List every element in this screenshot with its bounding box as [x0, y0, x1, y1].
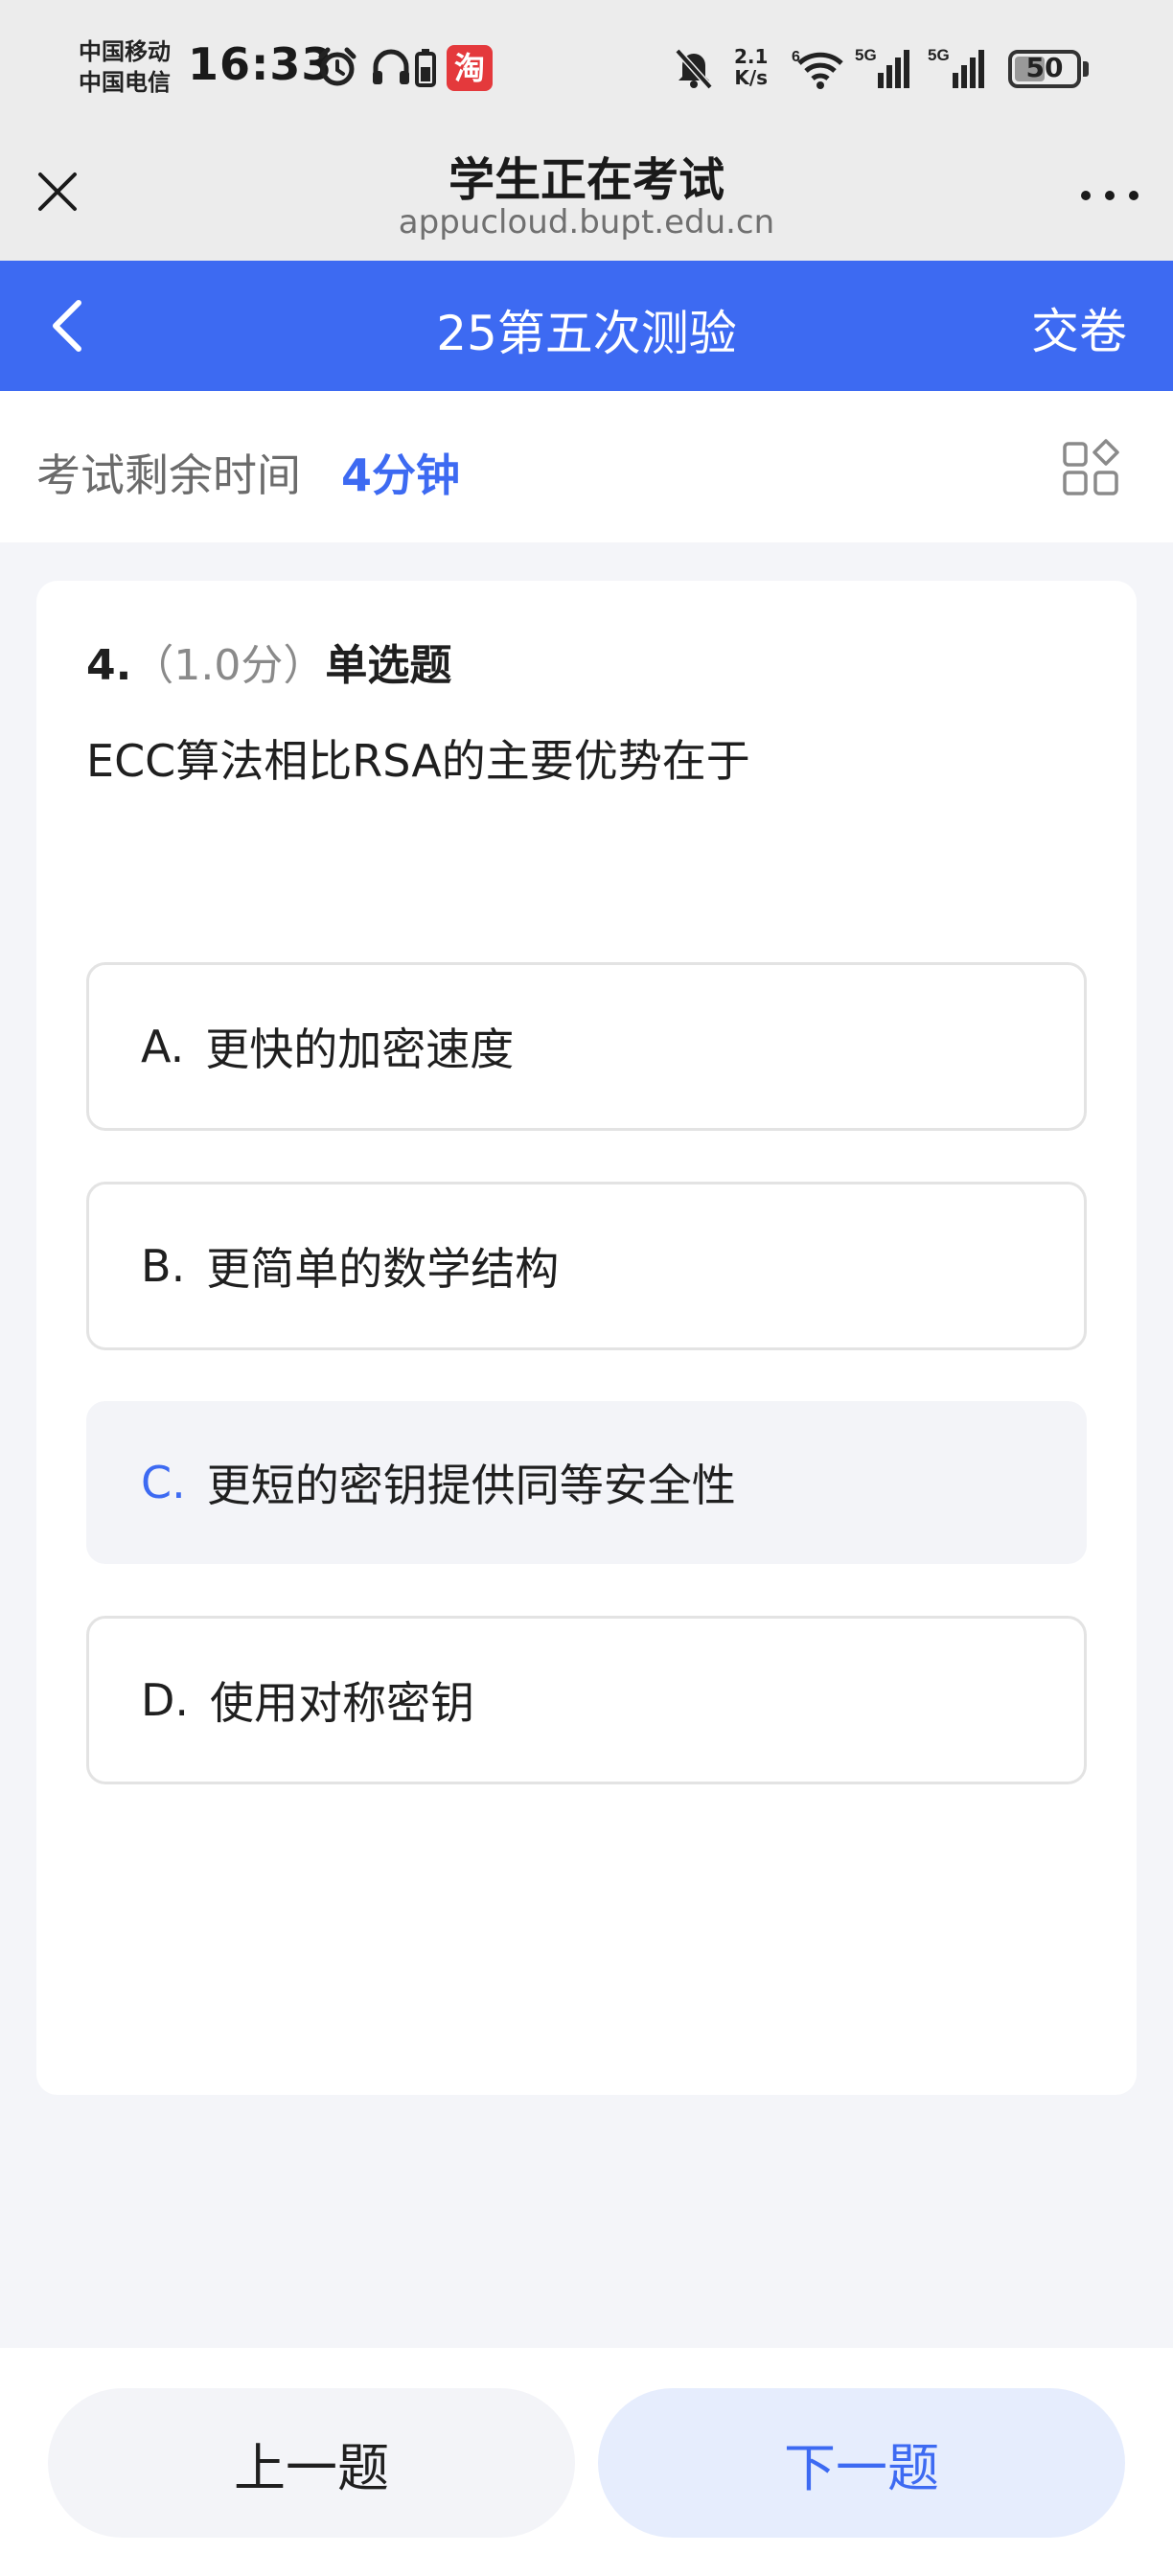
option-c[interactable]: C. 更短的密钥提供同等安全性 — [86, 1401, 1087, 1564]
option-d[interactable]: D. 使用对称密钥 — [86, 1616, 1087, 1784]
answer-sheet-grid-icon — [1063, 439, 1119, 495]
option-text: 更快的加密速度 — [205, 1024, 515, 1075]
more-icon — [1081, 191, 1091, 200]
carrier-labels: 中国移动 中国电信 — [79, 36, 171, 98]
option-letter: C. — [141, 1457, 186, 1508]
option-b[interactable]: B. 更简单的数学结构 — [86, 1182, 1087, 1350]
headphones-icon — [373, 49, 409, 84]
option-text: 使用对称密钥 — [210, 1677, 475, 1729]
question-text: ECC算法相比RSA的主要优势在于 — [86, 735, 750, 787]
battery-icon: 50 — [1008, 50, 1081, 88]
option-text: 更短的密钥提供同等安全性 — [206, 1460, 736, 1511]
option-letter-char: B — [141, 1240, 172, 1292]
option-letter-sep: . — [171, 1240, 186, 1292]
network-speed: 2.1 K/s — [734, 46, 768, 88]
signal-1-label: 5G — [855, 46, 877, 64]
status-time: 16:33 — [188, 38, 334, 90]
option-letter-char: D — [141, 1674, 175, 1726]
bottom-bar: 上一题 下一题 — [0, 2348, 1173, 2576]
more-icon-dot — [1129, 191, 1138, 200]
battery-tip — [1083, 61, 1089, 77]
more-button[interactable] — [1073, 169, 1146, 222]
exam-nav-bar: 25第五次测验 交卷 — [0, 261, 1173, 391]
carrier-1: 中国移动 — [79, 38, 171, 65]
option-letter-sep: . — [172, 1457, 186, 1508]
page-url: appucloud.bupt.edu.cn — [398, 203, 775, 242]
timer-bar: 考试剩余时间 4分钟 — [0, 391, 1173, 542]
time-remaining-value: 4分钟 — [341, 449, 461, 501]
status-bar: 中国移动 中国电信 16:33 淘 2.1 K/s 6 5G 5G 50 — [0, 0, 1173, 134]
time-remaining-label: 考试剩余时间 — [36, 449, 301, 501]
signal-icon: 5G — [928, 46, 984, 88]
mute-bell-icon — [675, 48, 713, 90]
option-letter: A. — [141, 1021, 184, 1072]
carrier-2: 中国电信 — [79, 69, 171, 96]
question-type: 单选题 — [325, 641, 452, 690]
option-letter: D. — [141, 1674, 189, 1726]
option-letter-sep: . — [170, 1021, 185, 1072]
browser-title-bar: 学生正在考试 appucloud.bupt.edu.cn — [0, 134, 1173, 261]
network-speed-value: 2.1 — [734, 45, 769, 68]
alarm-icon — [318, 47, 356, 86]
signal-2-label: 5G — [928, 46, 950, 64]
submit-exam-button[interactable]: 交卷 — [1031, 293, 1127, 362]
signal-icon: 5G — [855, 46, 909, 88]
option-a[interactable]: A. 更快的加密速度 — [86, 962, 1087, 1131]
option-letter-char: C — [141, 1457, 172, 1508]
exam-title: 25第五次测验 — [436, 306, 737, 361]
battery-small-icon — [415, 49, 436, 87]
option-letter: B. — [141, 1240, 185, 1292]
question-number: 4. — [86, 641, 132, 690]
wifi-icon: 6 — [792, 49, 843, 89]
next-question-button[interactable]: 下一题 — [598, 2388, 1125, 2538]
page-title: 学生正在考试 — [448, 153, 724, 207]
previous-question-button[interactable]: 上一题 — [48, 2388, 575, 2538]
taobao-icon: 淘 — [447, 45, 493, 91]
option-letter-sep: . — [174, 1674, 190, 1726]
question-header: 4.（1.0分）单选题 — [86, 631, 451, 692]
network-speed-unit: K/s — [734, 66, 769, 89]
battery-level: 50 — [1025, 52, 1064, 83]
answer-sheet-button[interactable] — [1062, 439, 1119, 496]
more-icon-dot — [1105, 191, 1115, 200]
option-text: 更简单的数学结构 — [206, 1243, 560, 1295]
question-score: （1.0分） — [131, 641, 326, 690]
option-letter-char: A — [141, 1021, 171, 1072]
question-card: 4.（1.0分）单选题 ECC算法相比RSA的主要优势在于 A. 更快的加密速度… — [36, 581, 1137, 2095]
